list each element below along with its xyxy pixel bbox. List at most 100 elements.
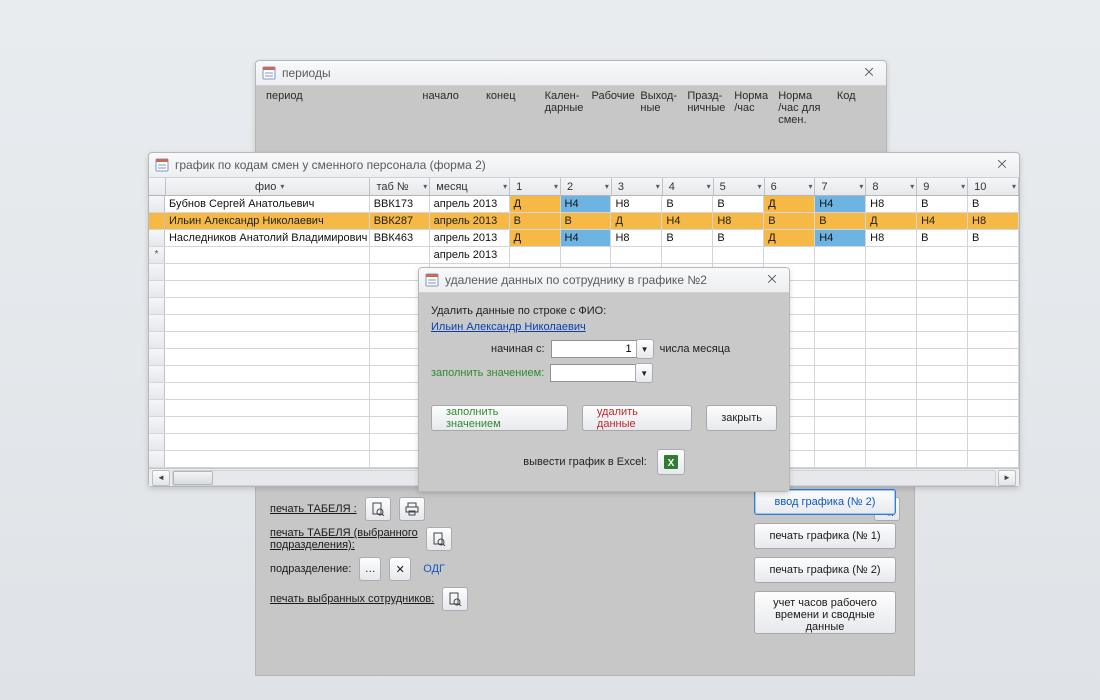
cell-day[interactable]: В xyxy=(713,230,764,246)
row-selector-header[interactable] xyxy=(149,178,166,195)
column-header[interactable]: месяц▾ xyxy=(430,178,510,195)
cell-day[interactable] xyxy=(611,247,662,263)
cell-day[interactable]: Д xyxy=(510,196,561,212)
cell-day[interactable] xyxy=(968,247,1019,263)
cell-day[interactable]: Н4 xyxy=(815,196,866,212)
column-header[interactable]: 2▾ xyxy=(561,178,612,195)
cell-day[interactable] xyxy=(764,247,815,263)
cell-tab[interactable]: ВВК173 xyxy=(370,196,430,212)
column-header[interactable]: 7▾ xyxy=(815,178,866,195)
cell-day[interactable]: Н8 xyxy=(611,196,662,212)
cell-day[interactable]: Н8 xyxy=(713,213,764,229)
cell-month[interactable]: апрель 2013 xyxy=(430,213,510,229)
cell-day[interactable]: Н8 xyxy=(611,230,662,246)
cell-day[interactable] xyxy=(510,247,561,263)
row-marker[interactable] xyxy=(149,196,165,212)
department-pick-button[interactable]: … xyxy=(359,557,381,581)
cell-day[interactable]: В xyxy=(713,196,764,212)
cell-day[interactable]: В xyxy=(662,196,713,212)
print-schedule-2-button[interactable]: печать графика (№ 2) xyxy=(754,557,896,583)
fill-button[interactable]: заполнить значением xyxy=(431,405,568,431)
column-header[interactable]: 4▾ xyxy=(663,178,714,195)
department-clear-button[interactable]: ✕ xyxy=(389,557,411,581)
start-day-dropdown[interactable]: ▼ xyxy=(636,339,654,359)
table-row[interactable]: Бубнов Сергей АнатольевичВВК173апрель 20… xyxy=(149,196,1019,213)
print-tabel-preview-button[interactable] xyxy=(365,497,391,521)
cell-day[interactable]: В xyxy=(510,213,561,229)
cell-tab[interactable] xyxy=(370,247,430,263)
cell-month[interactable]: апрель 2013 xyxy=(430,230,510,246)
scroll-thumb[interactable] xyxy=(173,471,213,485)
cell-day[interactable]: Н4 xyxy=(815,230,866,246)
cell-day[interactable] xyxy=(561,247,612,263)
delete-button[interactable]: удалить данные xyxy=(582,405,692,431)
cell-day[interactable]: В xyxy=(917,196,968,212)
start-day-input[interactable] xyxy=(551,340,637,358)
cell-day[interactable]: В xyxy=(968,230,1019,246)
cell-day[interactable] xyxy=(917,247,968,263)
cell-day[interactable] xyxy=(815,247,866,263)
row-marker xyxy=(149,366,165,382)
dialog-close-x[interactable]: ⨉ xyxy=(761,274,783,287)
cell-day[interactable]: Д xyxy=(764,196,815,212)
cell-day[interactable]: Н4 xyxy=(561,196,612,212)
cell-day[interactable]: Н8 xyxy=(866,196,917,212)
cell-tab[interactable]: ВВК463 xyxy=(370,230,430,246)
cell-day[interactable]: Н4 xyxy=(662,213,713,229)
cell-day[interactable]: Д xyxy=(611,213,662,229)
column-header[interactable]: 6▾ xyxy=(765,178,816,195)
scroll-right-button[interactable]: ► xyxy=(998,470,1016,486)
cell-day[interactable]: Н8 xyxy=(866,230,917,246)
column-header[interactable]: 3▾ xyxy=(612,178,663,195)
cell-day[interactable] xyxy=(866,247,917,263)
cell-day[interactable]: Н4 xyxy=(917,213,968,229)
column-header[interactable]: фио▾ xyxy=(166,178,370,195)
cell-day[interactable] xyxy=(713,247,764,263)
print-schedule-1-button[interactable]: печать графика (№ 1) xyxy=(754,523,896,549)
cell-day[interactable]: Д xyxy=(510,230,561,246)
cell-fio[interactable]: Наследников Анатолий Владимирович xyxy=(165,230,370,246)
print-selected-button[interactable] xyxy=(442,587,468,611)
input-schedule-2-button[interactable]: ввод графика (№ 2) xyxy=(754,489,896,515)
fill-value-dropdown[interactable]: ▼ xyxy=(635,363,653,383)
cell-day[interactable]: Н8 xyxy=(968,213,1019,229)
close-button[interactable]: закрыть xyxy=(706,405,777,431)
fill-value-input[interactable] xyxy=(550,364,636,382)
cell-day[interactable]: Д xyxy=(764,230,815,246)
column-header[interactable]: таб №▾ xyxy=(370,178,430,195)
cell-month[interactable]: апрель 2013 xyxy=(430,196,510,212)
hours-report-button[interactable]: учет часов рабочего времени и сводные да… xyxy=(754,591,896,634)
cell-day[interactable]: В xyxy=(561,213,612,229)
column-header[interactable]: 5▾ xyxy=(714,178,765,195)
cell-fio[interactable]: Ильин Александр Николаевич xyxy=(165,213,370,229)
cell-day[interactable]: В xyxy=(815,213,866,229)
cell-month[interactable]: апрель 2013 xyxy=(430,247,510,263)
cell-day[interactable]: В xyxy=(764,213,815,229)
cell-day[interactable]: В xyxy=(917,230,968,246)
table-row[interactable]: Ильин Александр НиколаевичВВК287апрель 2… xyxy=(149,213,1019,230)
cell-day[interactable]: Н4 xyxy=(561,230,612,246)
cell-day[interactable] xyxy=(662,247,713,263)
excel-export-button[interactable]: X xyxy=(657,449,685,475)
column-header[interactable]: 8▾ xyxy=(866,178,917,195)
grid-close-button[interactable]: ⨉ xyxy=(991,159,1013,172)
print-tabel-button[interactable] xyxy=(399,497,425,521)
row-marker-new[interactable]: * xyxy=(149,247,165,263)
cell-day[interactable]: Д xyxy=(866,213,917,229)
column-header[interactable]: 1▾ xyxy=(510,178,561,195)
dialog-employee-link[interactable]: Ильин Александр Николаевич xyxy=(431,321,586,333)
column-header[interactable]: 9▾ xyxy=(917,178,968,195)
cell-tab[interactable]: ВВК287 xyxy=(370,213,430,229)
table-row-new[interactable]: * апрель 2013 xyxy=(149,247,1019,264)
cell-fio[interactable]: Бубнов Сергей Анатольевич xyxy=(165,196,370,212)
row-marker[interactable] xyxy=(149,213,165,229)
print-tabel-dept-button[interactable] xyxy=(426,527,452,551)
scroll-left-button[interactable]: ◄ xyxy=(152,470,170,486)
table-row[interactable]: Наследников Анатолий ВладимировичВВК463а… xyxy=(149,230,1019,247)
cell-fio[interactable] xyxy=(165,247,370,263)
row-marker[interactable] xyxy=(149,230,165,246)
periods-close-button[interactable]: ⨉ xyxy=(858,67,880,80)
column-header[interactable]: 10▾ xyxy=(968,178,1019,195)
cell-day[interactable]: В xyxy=(968,196,1019,212)
cell-day[interactable]: В xyxy=(662,230,713,246)
